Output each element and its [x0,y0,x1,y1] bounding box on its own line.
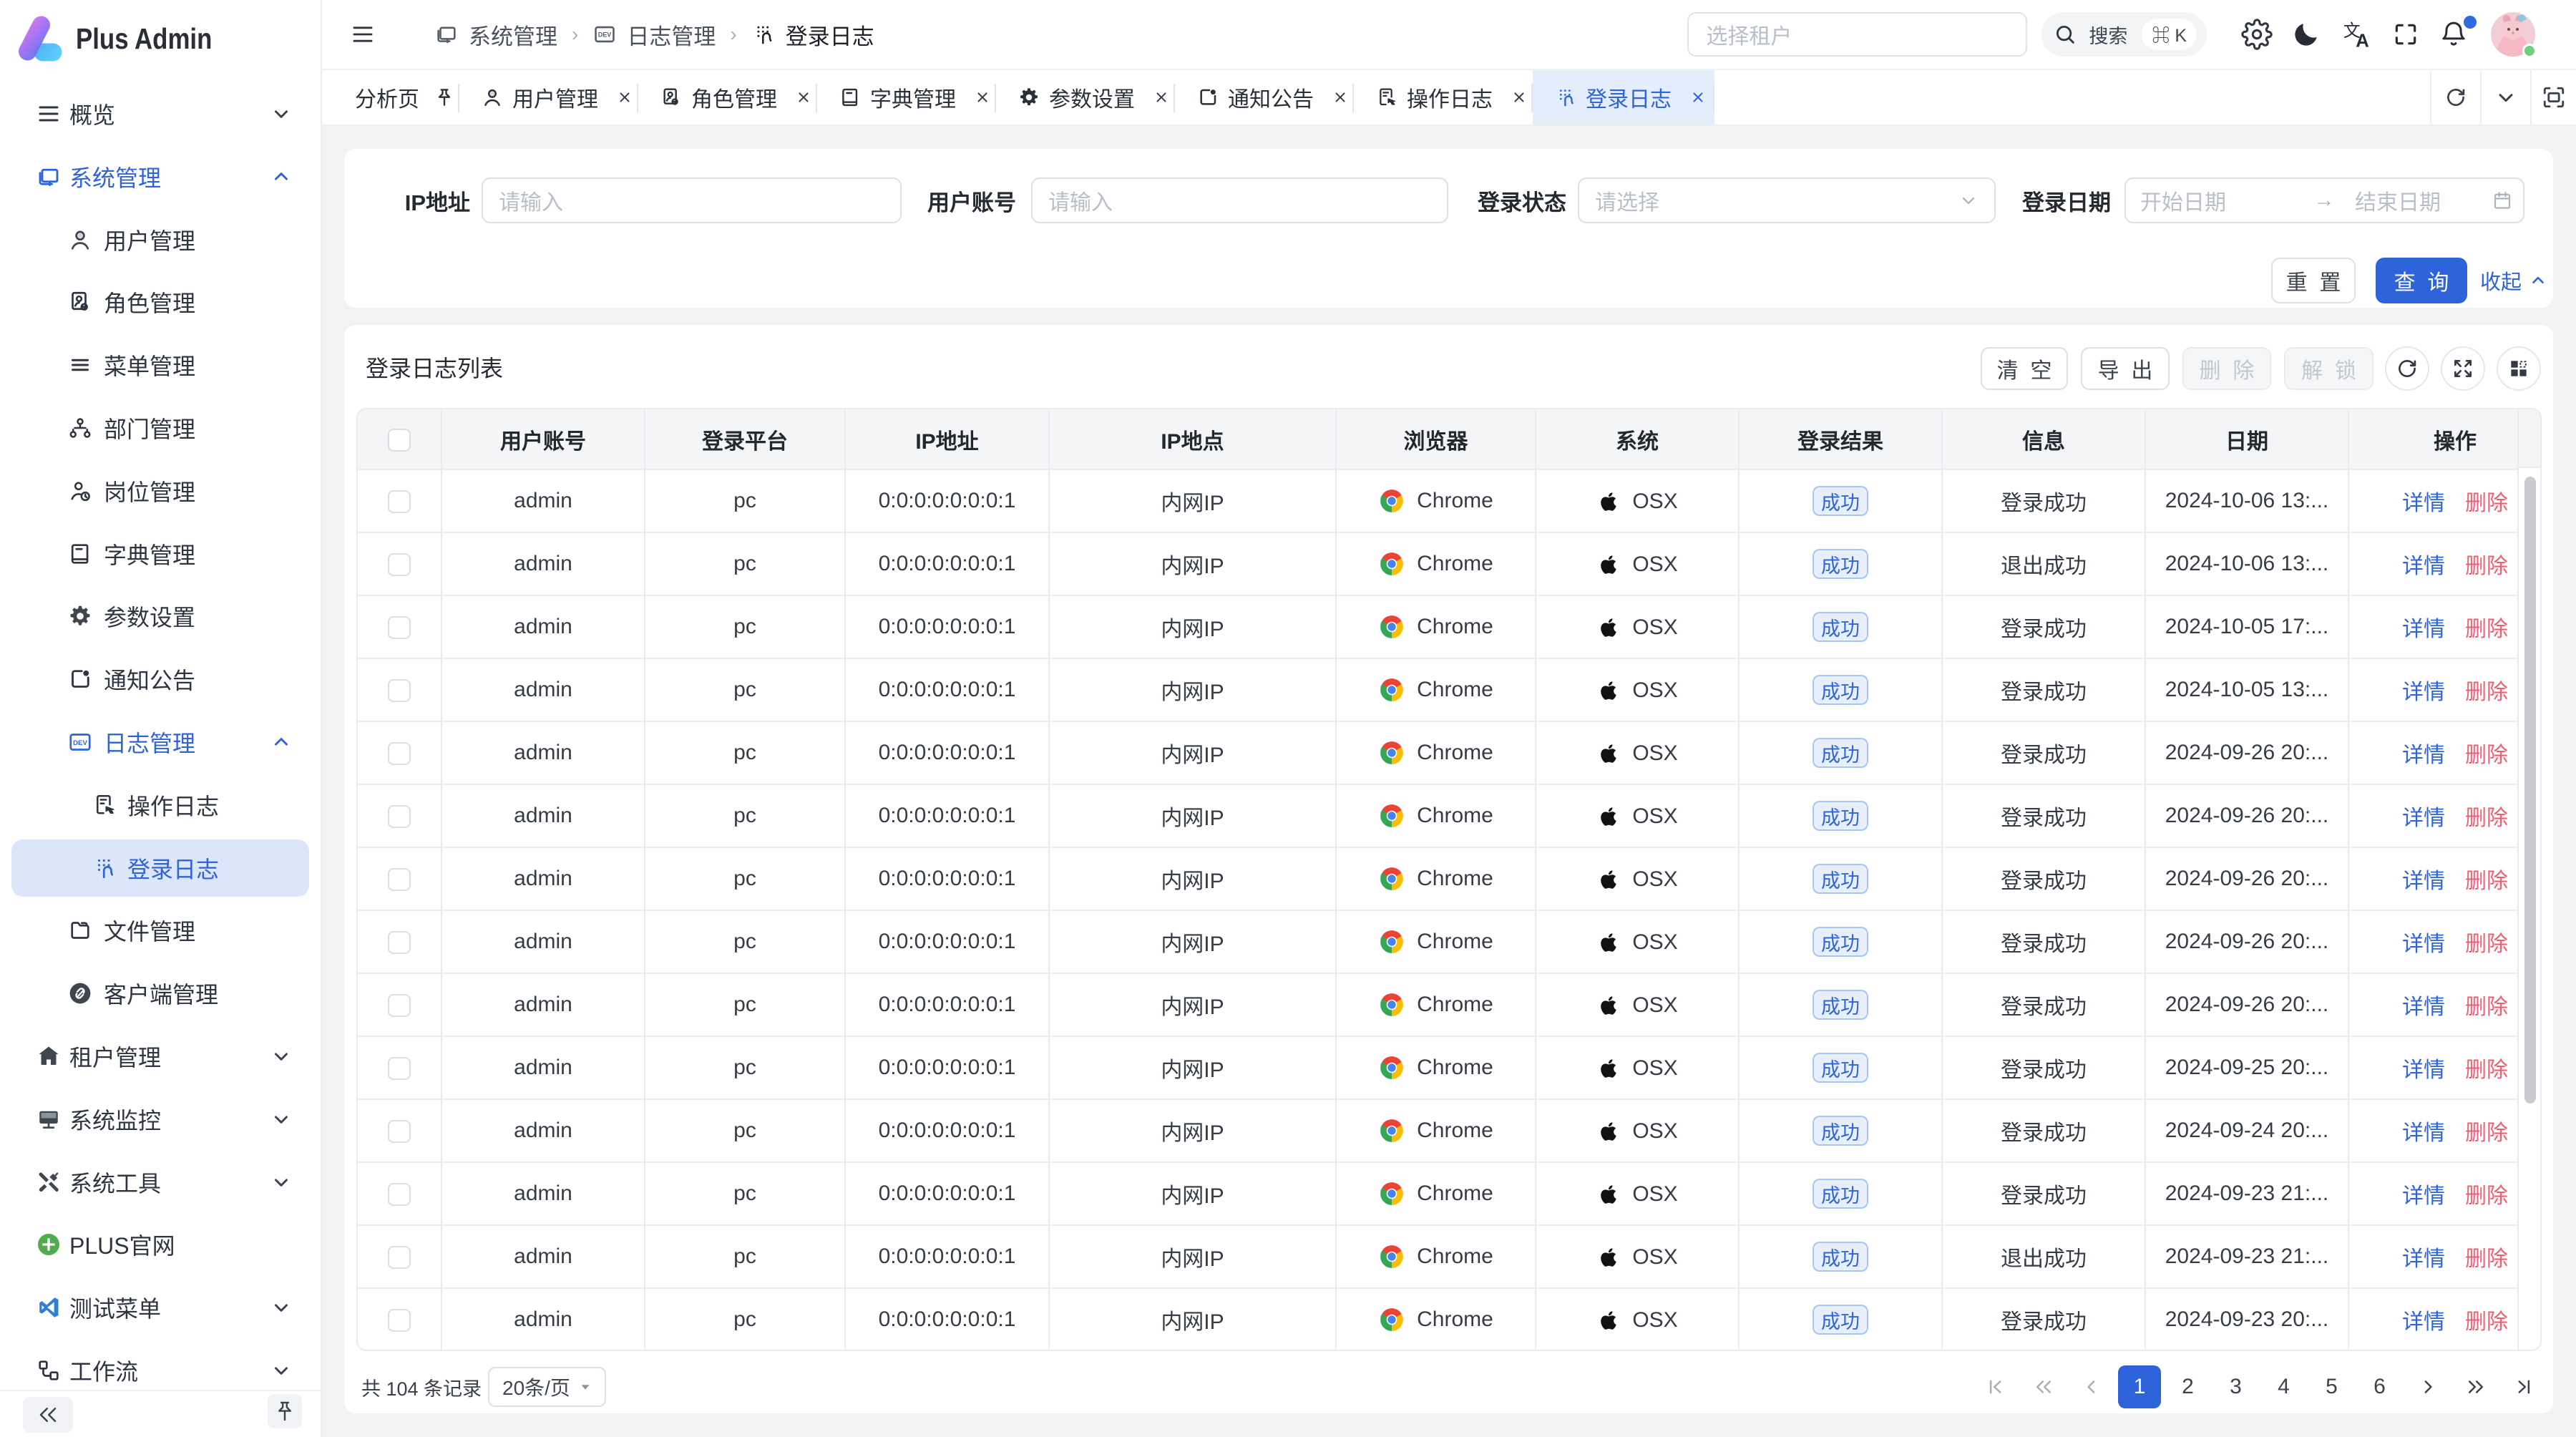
svg-text:A: A [2356,31,2369,50]
svg-text:DEV: DEV [598,31,612,39]
svg-text:DEV: DEV [73,739,87,747]
